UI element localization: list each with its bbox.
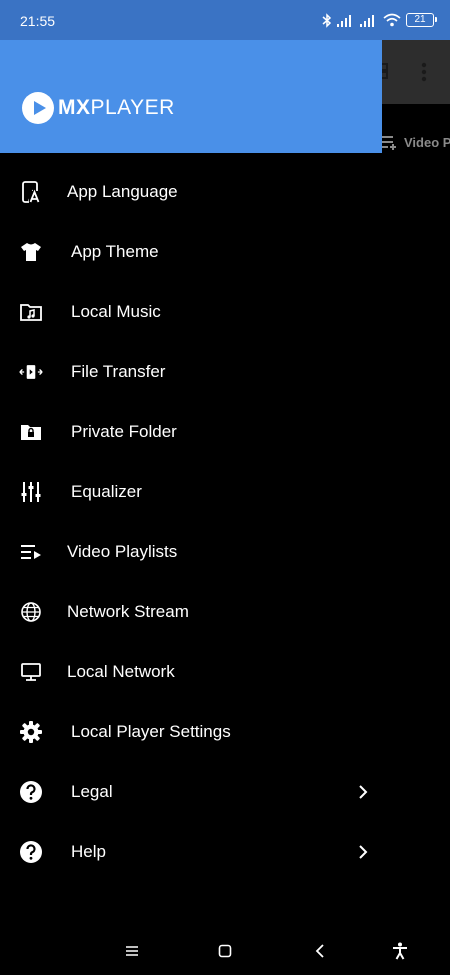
- background-tab-label: Video P: [404, 134, 450, 150]
- back-arrow-icon: [315, 944, 324, 958]
- more-vert-icon: [421, 62, 427, 82]
- menu-item-network-stream[interactable]: Network Stream: [0, 582, 382, 642]
- menu-item-label: Equalizer: [71, 482, 142, 501]
- play-logo-icon: [22, 92, 54, 124]
- home-square-icon: [218, 944, 232, 958]
- menu-item-label: Local Network: [67, 662, 175, 681]
- background-app-toolbar: [382, 40, 450, 104]
- chevron-right-icon: [359, 845, 368, 859]
- wifi-icon: [383, 13, 401, 27]
- menu-item-label: App Language: [67, 182, 178, 201]
- status-bar: 21:55 21: [0, 0, 450, 40]
- file-transfer-icon: [19, 360, 43, 384]
- menu-item-file-transfer[interactable]: File Transfer: [0, 342, 382, 402]
- signal-icon-2: [360, 14, 374, 27]
- menu-item-local-music[interactable]: Local Music: [0, 282, 382, 342]
- status-icons: 21: [322, 11, 437, 29]
- menu-item-label: Local Player Settings: [71, 722, 231, 741]
- drawer-header: MXPLAYER: [0, 40, 382, 153]
- menu-icon: [126, 946, 138, 956]
- gear-icon: [19, 720, 43, 744]
- accessibility-icon: [393, 942, 407, 960]
- mx-player-logo: MXPLAYER: [22, 92, 175, 124]
- menu-item-label: App Theme: [71, 242, 159, 261]
- logo-text: MXPLAYER: [58, 96, 175, 119]
- menu-item-equalizer[interactable]: Equalizer: [0, 462, 382, 522]
- playlist-icon: [19, 540, 43, 564]
- menu-item-legal[interactable]: Legal: [0, 762, 382, 822]
- system-navigation-bar: [0, 928, 450, 975]
- tshirt-icon: [19, 240, 43, 264]
- menu-item-help[interactable]: Help: [0, 822, 382, 882]
- globe-icon: [19, 600, 43, 624]
- status-time: 21:55: [20, 13, 56, 29]
- drawer-menu: App Language App Theme Local Music File …: [0, 162, 382, 882]
- battery-indicator: 21: [406, 13, 437, 27]
- menu-item-local-network[interactable]: Local Network: [0, 642, 382, 702]
- menu-item-label: Video Playlists: [67, 542, 178, 561]
- equalizer-icon: [19, 480, 43, 504]
- signal-icon: [337, 14, 351, 27]
- navigation-drawer: MXPLAYER App Language App Theme Local Mu…: [0, 40, 382, 935]
- menu-item-video-playlists[interactable]: Video Playlists: [0, 522, 382, 582]
- menu-item-app-theme[interactable]: App Theme: [0, 222, 382, 282]
- monitor-icon: [19, 660, 43, 684]
- menu-item-label: Network Stream: [67, 602, 189, 621]
- lock-folder-icon: [19, 420, 43, 444]
- help-circle-icon: [19, 840, 43, 864]
- accessibility-button[interactable]: [385, 936, 415, 966]
- menu-item-label: Private Folder: [71, 422, 177, 441]
- chevron-right-icon: [359, 785, 368, 799]
- menu-item-private-folder[interactable]: Private Folder: [0, 402, 382, 462]
- menu-item-label: File Transfer: [71, 362, 166, 381]
- menu-item-app-language[interactable]: App Language: [0, 162, 382, 222]
- app-language-icon: [19, 180, 43, 204]
- back-button[interactable]: [305, 936, 335, 966]
- menu-item-label: Local Music: [71, 302, 161, 321]
- background-tab-video-playlist: Video P: [378, 128, 450, 156]
- menu-item-local-player-settings[interactable]: Local Player Settings: [0, 702, 382, 762]
- home-button[interactable]: [210, 936, 240, 966]
- menu-item-label: Legal: [71, 782, 113, 801]
- music-folder-icon: [19, 300, 43, 324]
- menu-item-label: Help: [71, 842, 106, 861]
- recents-button[interactable]: [117, 936, 147, 966]
- help-circle-icon: [19, 780, 43, 804]
- bluetooth-icon: [322, 12, 332, 28]
